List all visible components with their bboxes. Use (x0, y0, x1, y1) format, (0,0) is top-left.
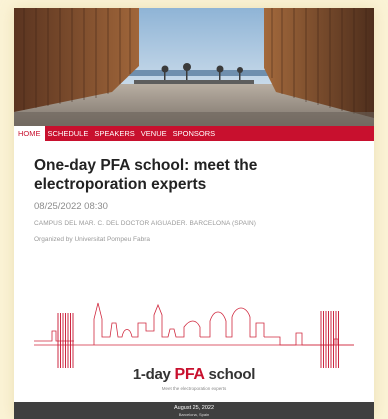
poster-logo: 1-day PFA school (34, 366, 354, 384)
poster-tagline: Meet the electroporation experts (161, 386, 227, 391)
poster-logo-prefix: 1-day (132, 366, 175, 383)
skyline-illustration (34, 302, 354, 368)
hero-banner-image (14, 8, 374, 126)
poster-city: Barcelona, Spain (178, 412, 210, 417)
poster-date-band: August 25, 2022 Barcelona, Spain (14, 402, 374, 419)
nav-home[interactable]: HOME (14, 126, 45, 141)
nav-schedule[interactable]: SCHEDULE (45, 126, 92, 141)
poster-logo-suffix: school (204, 366, 256, 383)
main-nav: HOME SCHEDULE SPEAKERS VENUE SPONSORS (14, 126, 374, 141)
poster-date: August 25, 2022 (173, 405, 215, 411)
event-poster-image: 1-day PFA school Meet the electroporatio… (34, 293, 354, 398)
poster-logo-pfa: PFA (174, 366, 205, 383)
event-organizer: Organized by Universitat Pompeu Fabra (34, 236, 150, 243)
event-details: One-day PFA school: meet the electropora… (34, 156, 364, 243)
event-location: CAMPUS DEL MAR. C. DEL DOCTOR AIGUADER. … (34, 220, 257, 227)
event-card: HOME SCHEDULE SPEAKERS VENUE SPONSORS On… (14, 8, 374, 419)
nav-sponsors[interactable]: SPONSORS (170, 126, 219, 141)
event-datetime: 08/25/2022 08:30 (34, 201, 108, 212)
nav-speakers[interactable]: SPEAKERS (91, 126, 137, 141)
event-title: One-day PFA school: meet the electropora… (34, 157, 258, 193)
nav-venue[interactable]: VENUE (138, 126, 170, 141)
